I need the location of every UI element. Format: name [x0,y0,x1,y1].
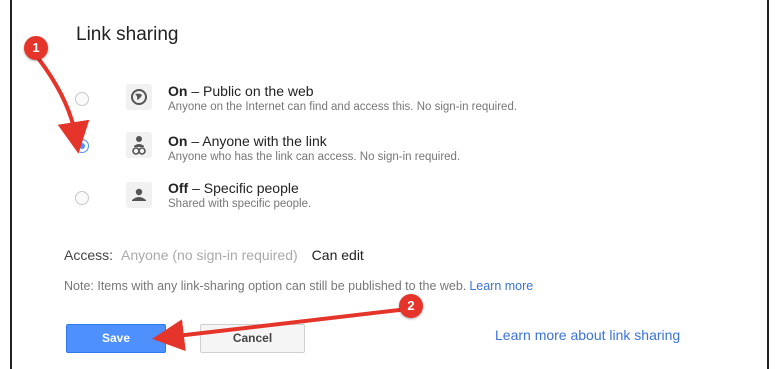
arrow-to-radio [36,56,90,154]
annotation-badge-2: 2 [399,294,423,318]
annotation-arrows [36,56,409,352]
annotation-badge-1: 1 [24,36,48,60]
screenshot-frame: Link sharing On – Public on the web Anyo… [0,0,783,369]
arrow-to-save [152,307,409,352]
